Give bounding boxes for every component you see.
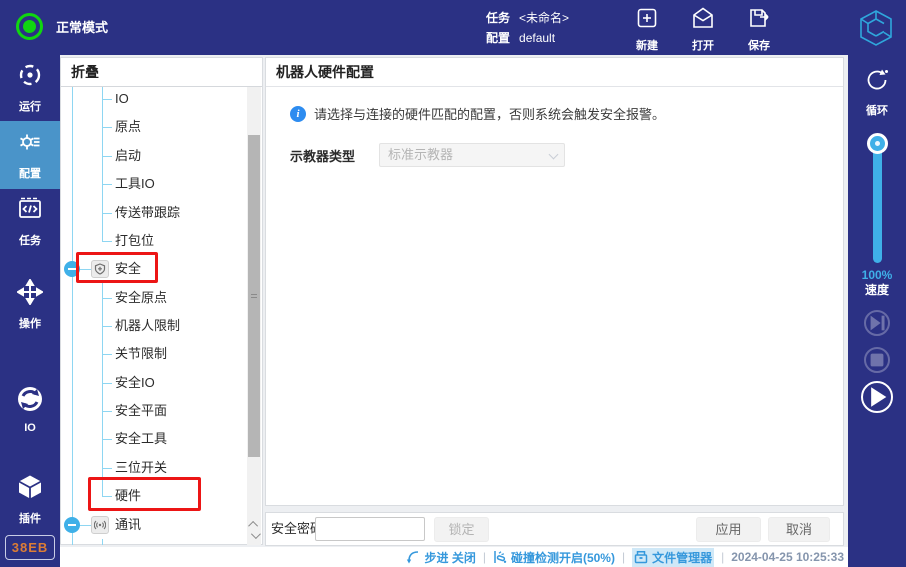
config-gear-icon [17, 129, 43, 160]
file-manager-icon [634, 550, 648, 564]
step-status-icon [406, 550, 420, 564]
nav-item-config[interactable]: 配置 [0, 121, 60, 189]
dropdown-chevron-icon [549, 150, 559, 160]
separator: | [483, 550, 486, 564]
tree-scrollbar[interactable] [247, 87, 261, 545]
run-icon [17, 62, 43, 93]
info-text: 请选择与连接的硬件匹配的配置，否则系统会触发安全报警。 [314, 104, 665, 123]
speed-readout: 100% 速度 [848, 268, 906, 298]
file-manager-button[interactable]: 文件管理器 [632, 548, 714, 567]
new-button[interactable]: 新建 [625, 6, 669, 53]
speed-label: 速度 [848, 283, 906, 298]
operate-move-icon [17, 279, 43, 310]
status-code-badge[interactable]: 38EB [5, 535, 55, 560]
open-button[interactable]: 打开 [681, 6, 725, 53]
toolbar: 新建 打开 保存 [625, 6, 781, 53]
safety-password-input[interactable] [315, 517, 425, 541]
nav-item-task[interactable]: 任务 [0, 189, 60, 255]
cancel-button[interactable]: 取消 [768, 517, 830, 542]
robot-mode-status: 正常模式 [16, 13, 108, 40]
separator: | [721, 550, 724, 564]
antenna-icon [91, 516, 109, 534]
io-cycle-icon [17, 386, 43, 417]
status-bar: 步进 关闭 | 碰撞检测开启(50%) | 文件管理器 | 2024-04-25… [60, 547, 848, 567]
speed-slider-track[interactable] [873, 141, 882, 263]
shield-plus-icon [91, 260, 109, 278]
mode-label: 正常模式 [56, 17, 108, 36]
task-code-icon [17, 196, 43, 227]
safety-password-bar: 安全密码: 锁定 应用 取消 [265, 512, 844, 546]
lock-button[interactable]: 锁定 [434, 517, 489, 542]
mode-indicator-icon [16, 13, 43, 40]
collapse-tree-button[interactable]: 折叠 [61, 58, 262, 87]
play-icon [863, 383, 891, 411]
new-file-icon [635, 6, 659, 35]
tree-item-safety-io[interactable]: 安全IO [61, 369, 245, 397]
tree-item-home[interactable]: 原点 [61, 113, 245, 141]
step-mode-status[interactable]: 步进 关闭 [406, 549, 475, 566]
task-label: 任务 [486, 8, 510, 28]
nav-item-io[interactable]: IO [0, 382, 60, 438]
brand-logo-icon [858, 9, 894, 47]
info-banner: i 请选择与连接的硬件匹配的配置，否则系统会触发安全报警。 [290, 104, 665, 123]
open-file-icon [691, 6, 715, 35]
speed-slider-thumb[interactable] [867, 133, 888, 154]
apply-button[interactable]: 应用 [696, 517, 761, 542]
tree-scroll-arrows [247, 515, 261, 545]
tree-item-safety[interactable]: 安全 [61, 255, 245, 283]
pendant-type-field: 示教器类型 标准示教器 [290, 143, 565, 167]
stop-button[interactable] [864, 347, 890, 373]
step-forward-button[interactable] [864, 310, 890, 336]
stop-icon [866, 349, 888, 371]
config-label: 配置 [486, 28, 510, 48]
tree-item-startup[interactable]: 启动 [61, 142, 245, 170]
tree-item-safety-tool[interactable]: 安全工具 [61, 425, 245, 453]
save-button[interactable]: 保存 [737, 6, 781, 53]
loop-mode-button[interactable]: 循环 [848, 67, 906, 118]
left-nav: 运行 配置 任务 操作 IO 插件 38EB [0, 55, 60, 567]
collapse-toggle-icon[interactable] [64, 517, 80, 533]
tree-item-hardware[interactable]: 硬件 [61, 482, 245, 510]
tree-item-joint-limits[interactable]: 关节限制 [61, 340, 245, 368]
info-icon: i [290, 106, 306, 122]
system-timestamp: 2024-04-25 10:25:33 [731, 550, 844, 564]
task-config-summary: 任务 <未命名> 配置 default [486, 8, 569, 48]
save-icon [747, 6, 771, 35]
tree-item-three-position-switch[interactable]: 三位开关 [61, 454, 245, 482]
nav-item-operate[interactable]: 操作 [0, 277, 60, 333]
loop-icon [864, 67, 890, 98]
tree-item-robot-limits[interactable]: 机器人限制 [61, 312, 245, 340]
top-bar: 正常模式 任务 <未命名> 配置 default 新建 打开 保存 [0, 0, 906, 55]
collapse-toggle-icon[interactable] [64, 261, 80, 277]
tree-item-io[interactable]: IO [61, 85, 245, 113]
tree-item-conveyor[interactable]: 传送带跟踪 [61, 199, 245, 227]
nav-item-run[interactable]: 运行 [0, 55, 60, 121]
collision-status-icon [493, 550, 507, 564]
config-tree-panel: 折叠 IO 原点 启动 工具IO 传送带跟踪 打包位 安全 安全原点 机器人限制… [60, 57, 263, 545]
speed-value: 100% [848, 268, 906, 283]
tree-item-tool-io[interactable]: 工具IO [61, 170, 245, 198]
collision-detection-status[interactable]: 碰撞检测开启(50%) [493, 549, 615, 566]
pendant-type-select[interactable]: 标准示教器 [379, 143, 565, 167]
config-value: default [519, 28, 555, 48]
app-root: 正常模式 任务 <未命名> 配置 default 新建 打开 保存 [0, 0, 906, 567]
tree-item-safety-home[interactable]: 安全原点 [61, 284, 245, 312]
page-title: 机器人硬件配置 [266, 58, 843, 87]
tree-item-pack-position[interactable]: 打包位 [61, 227, 245, 255]
tree-branch-line [102, 539, 103, 545]
tree-scrollbar-thumb[interactable] [248, 135, 260, 457]
plugin-cube-icon [17, 474, 43, 505]
config-tree: IO 原点 启动 工具IO 传送带跟踪 打包位 安全 安全原点 机器人限制 关节… [61, 87, 247, 545]
task-value: <未命名> [519, 8, 569, 28]
play-button[interactable] [861, 381, 893, 413]
separator: | [622, 550, 625, 564]
tree-item-communication[interactable]: 通讯 [61, 511, 245, 539]
pendant-type-label: 示教器类型 [290, 146, 379, 165]
right-control-rail: 循环 100% 速度 [848, 55, 906, 567]
nav-item-plugin[interactable]: 插件 [0, 472, 60, 528]
step-forward-icon [866, 312, 888, 334]
main-panel: 机器人硬件配置 i 请选择与连接的硬件匹配的配置，否则系统会触发安全报警。 示教… [265, 57, 844, 506]
tree-item-safety-planes[interactable]: 安全平面 [61, 397, 245, 425]
